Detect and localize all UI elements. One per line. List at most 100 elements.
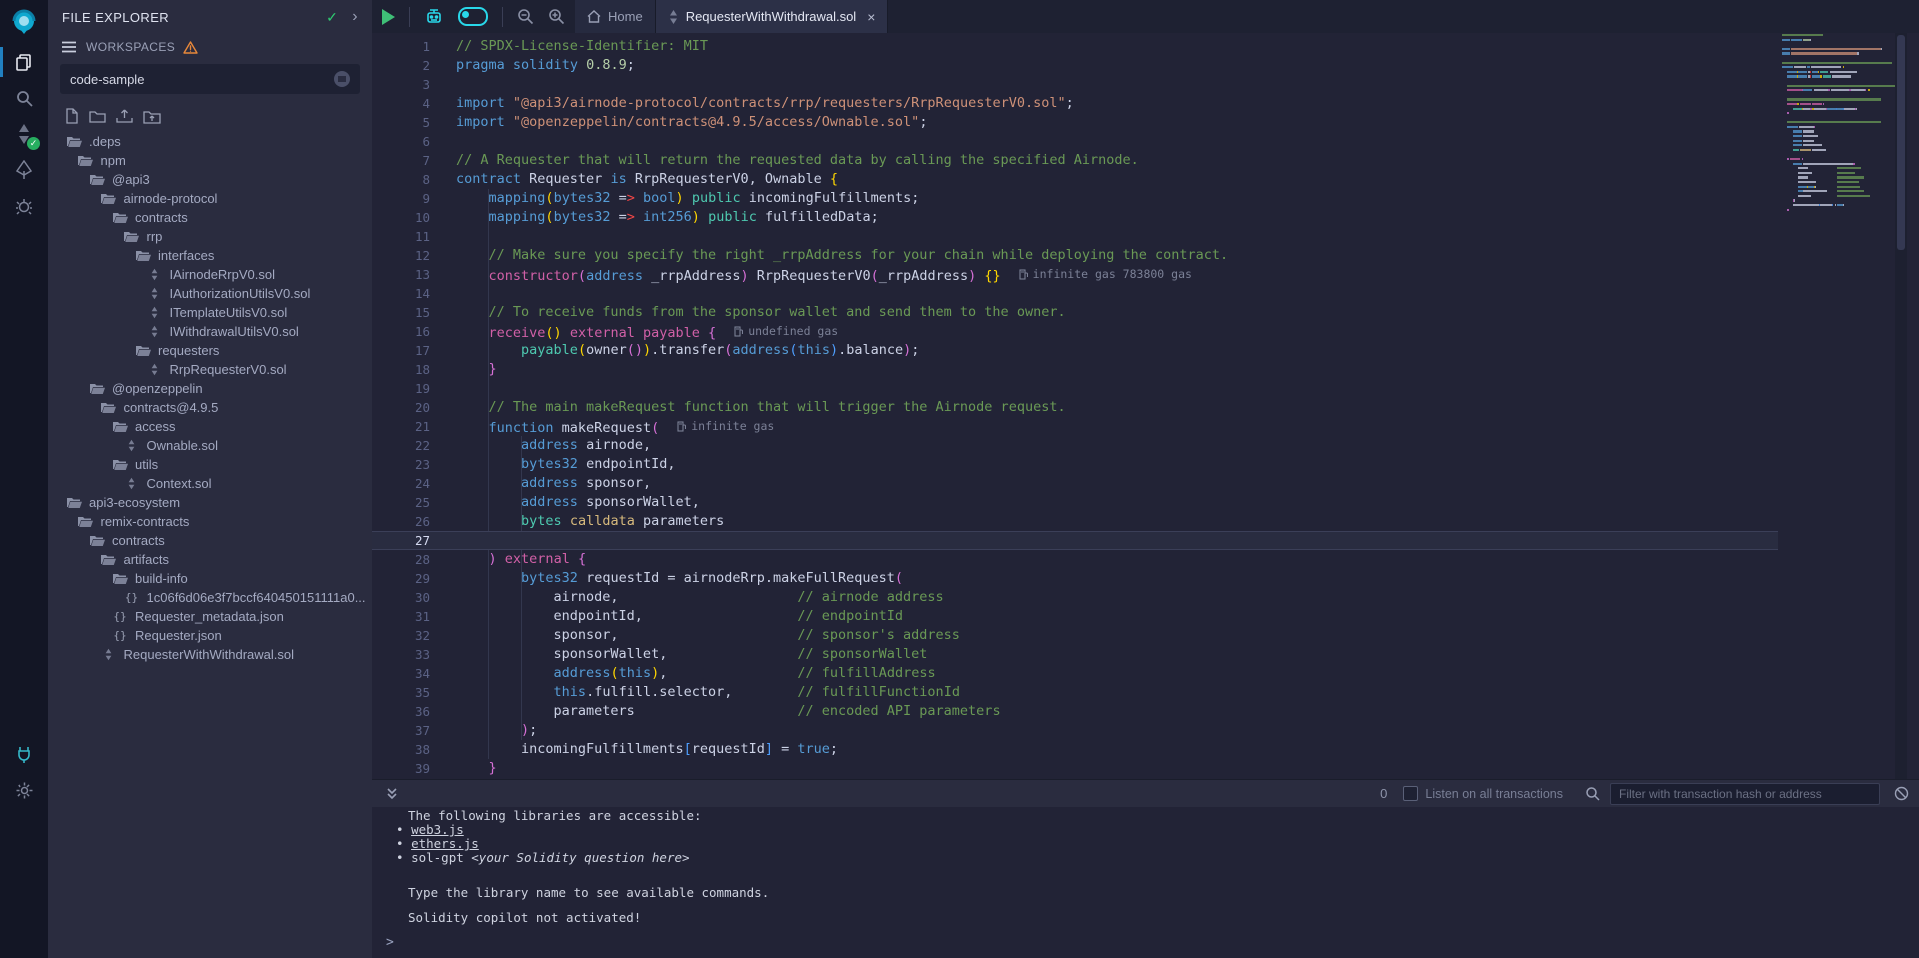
code-line-27[interactable]: 27 (372, 531, 1907, 550)
line-number[interactable]: 4 (372, 94, 430, 113)
line-number[interactable]: 36 (372, 702, 430, 721)
terminal-link[interactable]: web3.js (411, 822, 464, 837)
tree-item-utils[interactable]: utils (48, 455, 372, 474)
code-line-11[interactable]: 11 (372, 227, 1907, 246)
code-line-17[interactable]: 17 payable(owner()).transfer(address(thi… (372, 341, 1907, 360)
new-file-icon[interactable] (64, 108, 79, 124)
tree-item-npm[interactable]: npm (48, 151, 372, 170)
tree-item-requesterwithwithdrawal-sol[interactable]: RequesterWithWithdrawal.sol (48, 645, 372, 664)
code-line-30[interactable]: 30 airnode, // airnode address (372, 588, 1907, 607)
line-number[interactable]: 5 (372, 113, 430, 132)
line-number[interactable]: 28 (372, 550, 430, 569)
code-line-3[interactable]: 3 (372, 75, 1907, 94)
line-number[interactable]: 17 (372, 341, 430, 360)
tree-item-ownable-sol[interactable]: Ownable.sol (48, 436, 372, 455)
tree-item-iairnoderrpv0-sol[interactable]: IAirnodeRrpV0.sol (48, 265, 372, 284)
tree-item-build-info[interactable]: build-info (48, 569, 372, 588)
solidity-compiler-rail-icon[interactable]: ✓ (0, 116, 48, 152)
line-number[interactable]: 19 (372, 379, 430, 398)
plugin-manager-rail-icon[interactable] (0, 736, 48, 772)
new-folder-icon[interactable] (89, 108, 106, 124)
code-line-33[interactable]: 33 sponsorWallet, // sponsorWallet (372, 645, 1907, 664)
tree-item-iauthorizationutilsv0-sol[interactable]: IAuthorizationUtilsV0.sol (48, 284, 372, 303)
code-line-5[interactable]: 5import "@openzeppelin/contracts@4.9.5/a… (372, 113, 1907, 132)
line-number[interactable]: 25 (372, 493, 430, 512)
remix-logo[interactable] (0, 0, 48, 44)
tree-item-contracts-4-9-5[interactable]: contracts@4.9.5 (48, 398, 372, 417)
line-number[interactable]: 20 (372, 398, 430, 417)
workspace-selector[interactable]: code-sample (60, 64, 360, 94)
code-line-24[interactable]: 24 address sponsor, (372, 474, 1907, 493)
code-line-18[interactable]: 18 } (372, 360, 1907, 379)
line-number[interactable]: 13 (372, 265, 430, 284)
line-number[interactable]: 31 (372, 607, 430, 626)
clear-console-icon[interactable] (1894, 786, 1909, 801)
code-line-29[interactable]: 29 bytes32 requestId = airnodeRrp.makeFu… (372, 569, 1907, 588)
line-number[interactable]: 10 (372, 208, 430, 227)
tree-item-airnode-protocol[interactable]: airnode-protocol (48, 189, 372, 208)
settings-rail-icon[interactable] (0, 772, 48, 808)
line-number[interactable]: 35 (372, 683, 430, 702)
line-number[interactable]: 24 (372, 474, 430, 493)
tree-item-itemplateutilsv0-sol[interactable]: ITemplateUtilsV0.sol (48, 303, 372, 322)
minimap[interactable] (1778, 33, 1895, 779)
line-number[interactable]: 38 (372, 740, 430, 759)
line-number[interactable]: 26 (372, 512, 430, 531)
terminal-link[interactable]: ethers.js (411, 836, 479, 851)
code-line-26[interactable]: 26 bytes calldata parameters (372, 512, 1907, 531)
code-line-36[interactable]: 36 parameters // encoded API parameters (372, 702, 1907, 721)
line-number[interactable]: 7 (372, 151, 430, 170)
line-number[interactable]: 27 (372, 531, 430, 550)
line-number[interactable]: 8 (372, 170, 430, 189)
tree-item-interfaces[interactable]: interfaces (48, 246, 372, 265)
transaction-filter-input[interactable] (1610, 783, 1880, 805)
file-explorer-rail-icon[interactable] (0, 44, 48, 80)
code-line-20[interactable]: 20 // The main makeRequest function that… (372, 398, 1907, 417)
tree-item-api3-ecosystem[interactable]: api3-ecosystem (48, 493, 372, 512)
line-number[interactable]: 6 (372, 132, 430, 151)
tab-requesterwithwithdrawal[interactable]: RequesterWithWithdrawal.sol × (656, 0, 889, 33)
code-line-25[interactable]: 25 address sponsorWallet, (372, 493, 1907, 512)
tree-item-contracts[interactable]: contracts (48, 208, 372, 227)
line-number[interactable]: 22 (372, 436, 430, 455)
line-number[interactable]: 11 (372, 227, 430, 246)
code-line-23[interactable]: 23 bytes32 endpointId, (372, 455, 1907, 474)
run-script-button[interactable] (382, 9, 395, 25)
tree-item-iwithdrawalutilsv0-sol[interactable]: IWithdrawalUtilsV0.sol (48, 322, 372, 341)
code-line-1[interactable]: 1// SPDX-License-Identifier: MIT (372, 37, 1907, 56)
code-line-4[interactable]: 4import "@api3/airnode-protocol/contract… (372, 94, 1907, 113)
line-number[interactable]: 37 (372, 721, 430, 740)
terminal-output[interactable]: The following libraries are accessible:•… (372, 806, 1919, 958)
tree-item--api3[interactable]: @api3 (48, 170, 372, 189)
copilot-toggle[interactable] (458, 7, 488, 26)
code-line-7[interactable]: 7// A Requester that will return the req… (372, 151, 1907, 170)
code-editor[interactable]: 1// SPDX-License-Identifier: MIT2pragma … (372, 33, 1907, 779)
line-number[interactable]: 16 (372, 322, 430, 341)
code-line-38[interactable]: 38 incomingFulfillments[requestId] = tru… (372, 740, 1907, 759)
tree-item-artifacts[interactable]: artifacts (48, 550, 372, 569)
line-number[interactable]: 34 (372, 664, 430, 683)
tree-item-access[interactable]: access (48, 417, 372, 436)
code-line-28[interactable]: 28 ) external { (372, 550, 1907, 569)
line-number[interactable]: 23 (372, 455, 430, 474)
code-line-15[interactable]: 15 // To receive funds from the sponsor … (372, 303, 1907, 322)
code-line-21[interactable]: 21 function makeRequest(infinite gas (372, 417, 1907, 436)
code-line-19[interactable]: 19 (372, 379, 1907, 398)
upload-folder-icon[interactable] (143, 108, 161, 124)
code-line-9[interactable]: 9 mapping(bytes32 => bool) public incomi… (372, 189, 1907, 208)
debugger-rail-icon[interactable] (0, 188, 48, 224)
tab-home[interactable]: Home (575, 0, 656, 33)
tree-item-contracts[interactable]: contracts (48, 531, 372, 550)
tab-close-icon[interactable]: × (867, 9, 875, 25)
line-number[interactable]: 1 (372, 37, 430, 56)
line-number[interactable]: 15 (372, 303, 430, 322)
code-line-34[interactable]: 34 address(this), // fulfillAddress (372, 664, 1907, 683)
tree-item-requester-metadata-json[interactable]: {}Requester_metadata.json (48, 607, 372, 626)
deploy-run-rail-icon[interactable] (0, 152, 48, 188)
tree-item-requester-json[interactable]: {}Requester.json (48, 626, 372, 645)
collapse-terminal-icon[interactable] (386, 787, 398, 800)
tree-item-requesters[interactable]: requesters (48, 341, 372, 360)
code-line-31[interactable]: 31 endpointId, // endpointId (372, 607, 1907, 626)
line-number[interactable]: 39 (372, 759, 430, 778)
tree-item-rrp[interactable]: rrp (48, 227, 372, 246)
